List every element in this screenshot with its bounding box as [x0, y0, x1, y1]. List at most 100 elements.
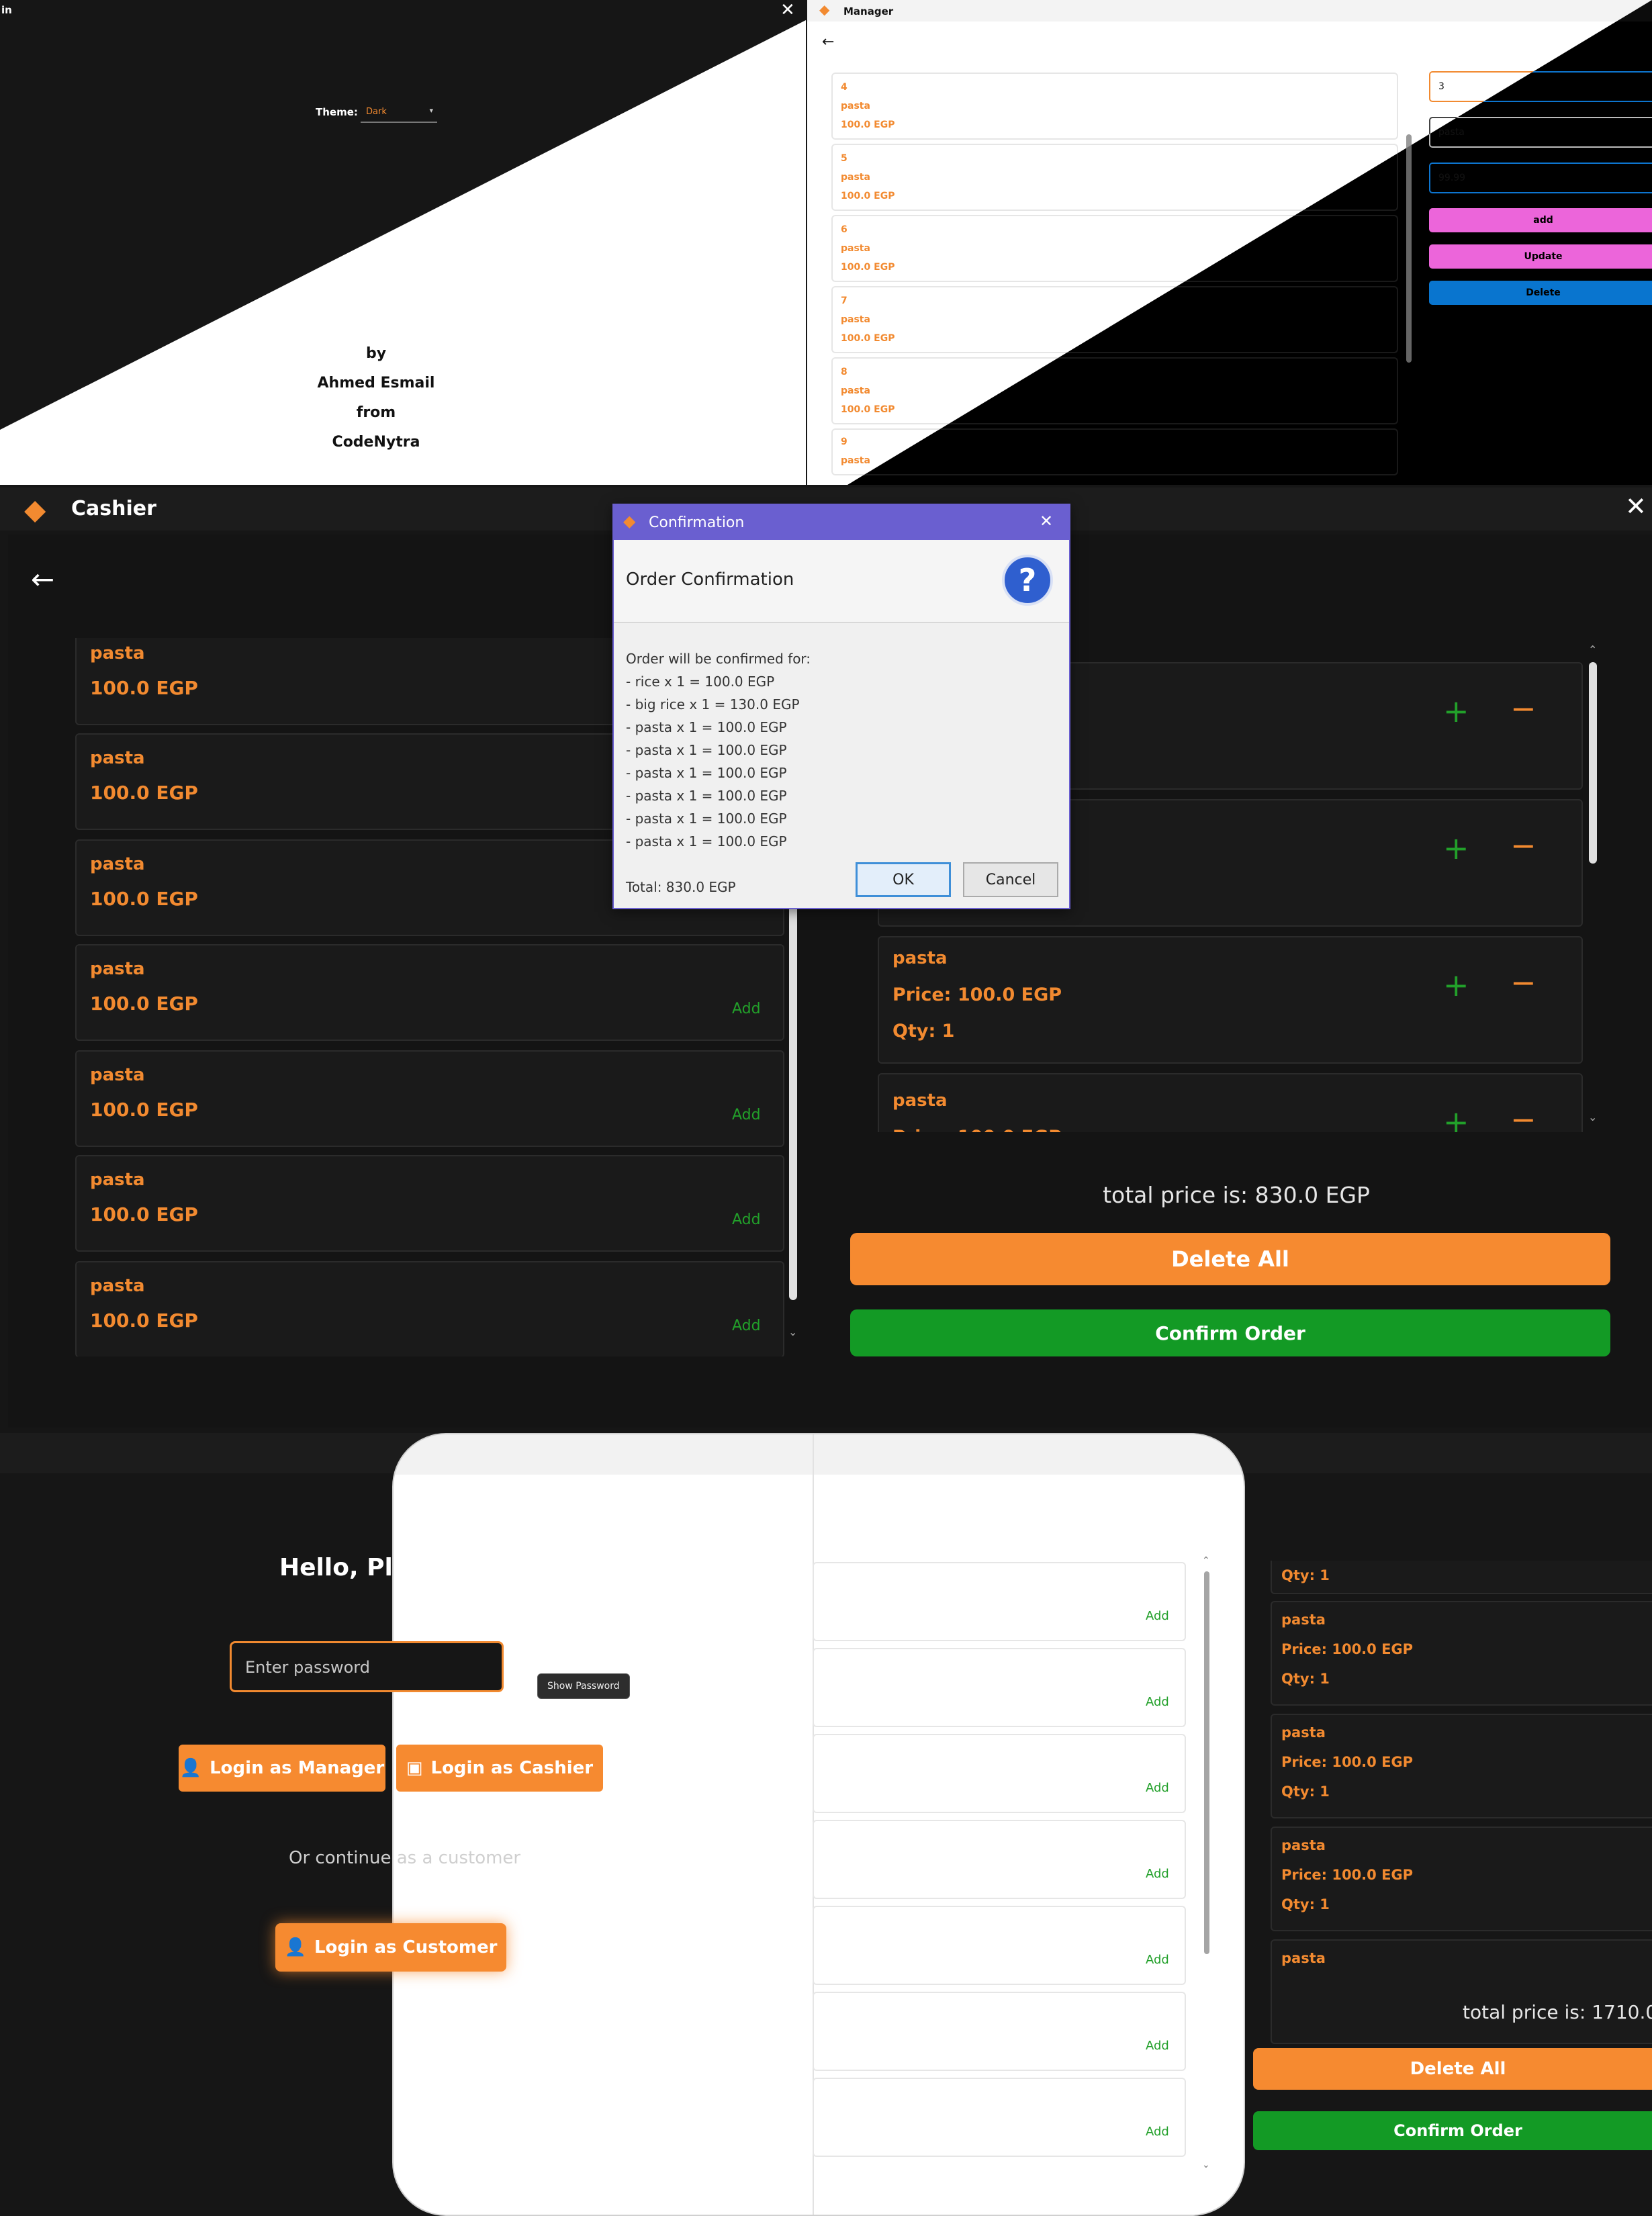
product-card[interactable]: Add	[813, 1562, 1186, 1641]
item-price: 100.0 EGP	[841, 191, 895, 201]
minus-icon[interactable]: −	[1510, 690, 1536, 727]
dialog-header: Order Confirmation ?	[614, 540, 1069, 623]
product-card[interactable]: pasta 100.0 EGP Add	[75, 1050, 784, 1147]
manager-avatar-icon: 👤	[179, 1758, 202, 1778]
add-to-cart-button[interactable]: Add	[1146, 1695, 1169, 1709]
confirm-order-button[interactable]: Confirm Order	[850, 1309, 1610, 1356]
app-logo-icon: ◆	[819, 1, 830, 17]
item-price: 100.0 EGP	[841, 333, 895, 344]
dialog-line: - pasta x 1 = 100.0 EGP	[626, 765, 787, 781]
close-icon[interactable]: ✕	[1625, 492, 1647, 521]
plus-icon[interactable]: +	[1443, 830, 1469, 866]
login-manager-label: Login as Manager	[210, 1758, 385, 1778]
product-card[interactable]: pasta 100.0 EGP Add	[75, 1261, 784, 1356]
password-input[interactable]: Enter password	[230, 1641, 504, 1692]
add-to-cart-button[interactable]: Add	[1146, 1781, 1169, 1795]
theme-select[interactable]: Dark ▾	[361, 103, 437, 123]
login-customer-button[interactable]: 👤 Login as Customer	[275, 1923, 506, 1972]
dialog-line: - rice x 1 = 100.0 EGP	[626, 674, 775, 690]
back-arrow-icon[interactable]: ←	[822, 34, 834, 50]
chevron-up-icon[interactable]: ⌃	[1588, 643, 1597, 656]
close-icon[interactable]: ✕	[780, 0, 795, 20]
product-card[interactable]: pasta 100.0 EGP Add	[75, 944, 784, 1041]
confirmation-dialog: ◆ Confirmation ✕ Order Confirmation ? Or…	[612, 504, 1070, 909]
dialog-cancel-button[interactable]: Cancel	[963, 862, 1058, 897]
product-card[interactable]: Add	[813, 1648, 1186, 1727]
minus-icon[interactable]: −	[1510, 827, 1536, 864]
add-button[interactable]: add	[1429, 208, 1652, 232]
name-field[interactable]: pasta	[1429, 117, 1652, 148]
light-list-scrollbar[interactable]: ⌃ ⌄	[1202, 1555, 1211, 2173]
chevron-down-icon[interactable]: ⌄	[1202, 2160, 1210, 2170]
product-card[interactable]: Add	[813, 1906, 1186, 1985]
product-card[interactable]: Add	[813, 2078, 1186, 2157]
update-button[interactable]: Update	[1429, 244, 1652, 269]
item-price: 100.0 EGP	[841, 262, 895, 273]
login-manager-button[interactable]: 👤 Login as Manager	[179, 1745, 385, 1792]
manager-item-list: 4 pasta 100.0 EGP 5 pasta 100.0 EGP 6 pa…	[831, 73, 1402, 475]
chevron-down-icon[interactable]: ⌄	[1588, 1111, 1597, 1123]
scrollbar-thumb[interactable]	[1406, 134, 1412, 363]
product-price: 100.0 EGP	[90, 1309, 198, 1332]
price-field[interactable]: 99.99	[1429, 163, 1652, 193]
id-field[interactable]: 3	[1429, 71, 1652, 102]
add-to-cart-button[interactable]: Add	[1146, 1609, 1169, 1623]
cart-item-qty: Qty: 1	[1281, 1671, 1330, 1687]
add-to-cart-button[interactable]: Add	[1146, 2125, 1169, 2139]
window-title-fragment: in	[1, 4, 12, 16]
product-card[interactable]: Add	[813, 1734, 1186, 1813]
list-item[interactable]: 4 pasta 100.0 EGP	[831, 73, 1398, 140]
minus-icon[interactable]: −	[1510, 964, 1536, 1001]
cart-scrollbar[interactable]: ⌃ ⌄	[1586, 643, 1600, 1131]
login-cashier-button[interactable]: ▣ Login as Cashier	[396, 1745, 603, 1792]
scrollbar-thumb[interactable]	[1589, 662, 1597, 864]
dialog-line: - pasta x 1 = 100.0 EGP	[626, 742, 787, 758]
item-name: pasta	[841, 101, 870, 111]
scrollbar-thumb[interactable]	[1204, 1571, 1209, 1954]
close-icon[interactable]: ✕	[1040, 512, 1053, 530]
bottom-confirm-order-button[interactable]: Confirm Order	[1253, 2111, 1652, 2150]
add-to-cart-button[interactable]: Add	[732, 1107, 761, 1123]
list-item[interactable]: 5 pasta 100.0 EGP	[831, 144, 1398, 211]
add-to-cart-button[interactable]: Add	[732, 1001, 761, 1017]
chevron-down-icon: ▾	[429, 106, 433, 115]
add-to-cart-button[interactable]: Add	[1146, 2039, 1169, 2053]
add-to-cart-button[interactable]: Add	[1146, 1953, 1169, 1967]
cart-item-price: Price: 100.0 EGP	[1281, 1641, 1414, 1657]
eye-icon[interactable]: ◉	[517, 1647, 539, 1676]
dialog-line: - pasta x 1 = 100.0 EGP	[626, 811, 787, 827]
product-card[interactable]: Add	[813, 1820, 1186, 1899]
back-arrow-icon[interactable]: ←	[31, 563, 54, 596]
product-price: 100.0 EGP	[90, 1203, 198, 1226]
plus-icon[interactable]: +	[1443, 1104, 1469, 1132]
cart-item: Qty: 1	[1271, 1561, 1652, 1594]
scrollbar-thumb[interactable]	[789, 904, 797, 1300]
product-card[interactable]: pasta 100.0 EGP Add	[75, 1155, 784, 1252]
cart-item-name: pasta	[1281, 1612, 1326, 1628]
minus-icon[interactable]: −	[1510, 1101, 1536, 1132]
item-id: 6	[841, 224, 847, 235]
item-id: 7	[841, 295, 847, 306]
delete-button[interactable]: Delete	[1429, 281, 1652, 305]
item-name: pasta	[841, 243, 870, 254]
plus-icon[interactable]: +	[1443, 967, 1469, 1003]
dialog-ok-button[interactable]: OK	[856, 862, 951, 897]
plus-icon[interactable]: +	[1443, 693, 1469, 729]
product-price: 100.0 EGP	[90, 677, 198, 699]
list-item[interactable]: 8 pasta 100.0 EGP	[831, 357, 1398, 424]
list-item[interactable]: 7 pasta 100.0 EGP	[831, 286, 1398, 353]
list-item[interactable]: 9 pasta	[831, 428, 1398, 475]
dialog-line: - big rice x 1 = 130.0 EGP	[626, 696, 800, 712]
item-id: 9	[841, 436, 847, 447]
product-card[interactable]: Add	[813, 1992, 1186, 2071]
add-to-cart-button[interactable]: Add	[732, 1211, 761, 1228]
chevron-up-icon[interactable]: ⌃	[1202, 1555, 1210, 1566]
add-to-cart-button[interactable]: Add	[1146, 1867, 1169, 1881]
list-item[interactable]: 6 pasta 100.0 EGP	[831, 215, 1398, 282]
delete-all-button[interactable]: Delete All	[850, 1233, 1610, 1285]
product-price: 100.0 EGP	[90, 1099, 198, 1121]
chevron-down-icon[interactable]: ⌄	[788, 1326, 797, 1338]
bottom-delete-all-button[interactable]: Delete All	[1253, 2048, 1652, 2090]
add-to-cart-button[interactable]: Add	[732, 1318, 761, 1334]
manager-scrollbar[interactable]	[1406, 74, 1412, 470]
